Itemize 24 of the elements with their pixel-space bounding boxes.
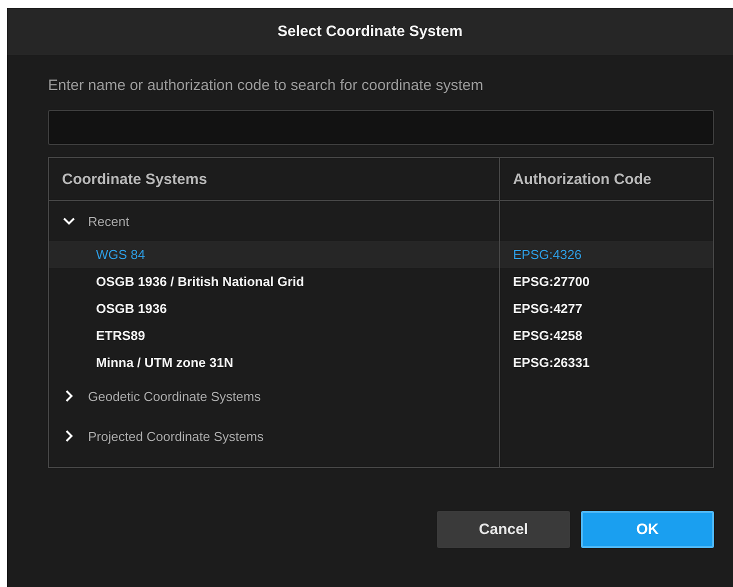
authorization-code: EPSG:4326 xyxy=(513,247,582,262)
authorization-code: EPSG:4258 xyxy=(513,328,582,343)
column-header: Coordinate Systems xyxy=(62,170,208,188)
system-name: Minna / UTM zone 31N xyxy=(96,355,234,370)
authorization-code: EPSG:27700 xyxy=(513,274,590,289)
tree-row[interactable]: Minna / UTM zone 31N EPSG:26331 xyxy=(49,349,713,376)
search-field[interactable] xyxy=(48,110,714,145)
system-name: ETRS89 xyxy=(96,328,146,343)
tree-row[interactable]: WGS 84 EPSG:4326 xyxy=(49,241,713,268)
tree-group[interactable]: Geodetic Coordinate Systems xyxy=(49,376,499,416)
system-name: WGS 84 xyxy=(96,247,146,262)
window-title: Select Coordinate System xyxy=(277,23,463,40)
tree-row[interactable]: OSGB 1936 EPSG:4277 xyxy=(49,295,713,322)
authorization-code: EPSG:4277 xyxy=(513,301,582,316)
tree-group[interactable]: Recent xyxy=(49,201,499,241)
authorization-code: EPSG:26331 xyxy=(513,355,590,370)
search-label: Enter name or authorization code to search for coordinate system xyxy=(48,77,484,94)
tree-group[interactable]: Projected Coordinate Systems xyxy=(49,416,499,456)
column-header: Authorization Code xyxy=(513,170,652,188)
system-name: OSGB 1936 xyxy=(96,301,167,316)
cancel-button[interactable]: Cancel xyxy=(437,511,570,548)
tree-row[interactable]: OSGB 1936 / British National Grid EPSG:27700 xyxy=(49,268,713,295)
tree-row[interactable]: ETRS89 EPSG:4258 xyxy=(49,322,713,349)
system-name: OSGB 1936 / British National Grid xyxy=(96,274,304,289)
